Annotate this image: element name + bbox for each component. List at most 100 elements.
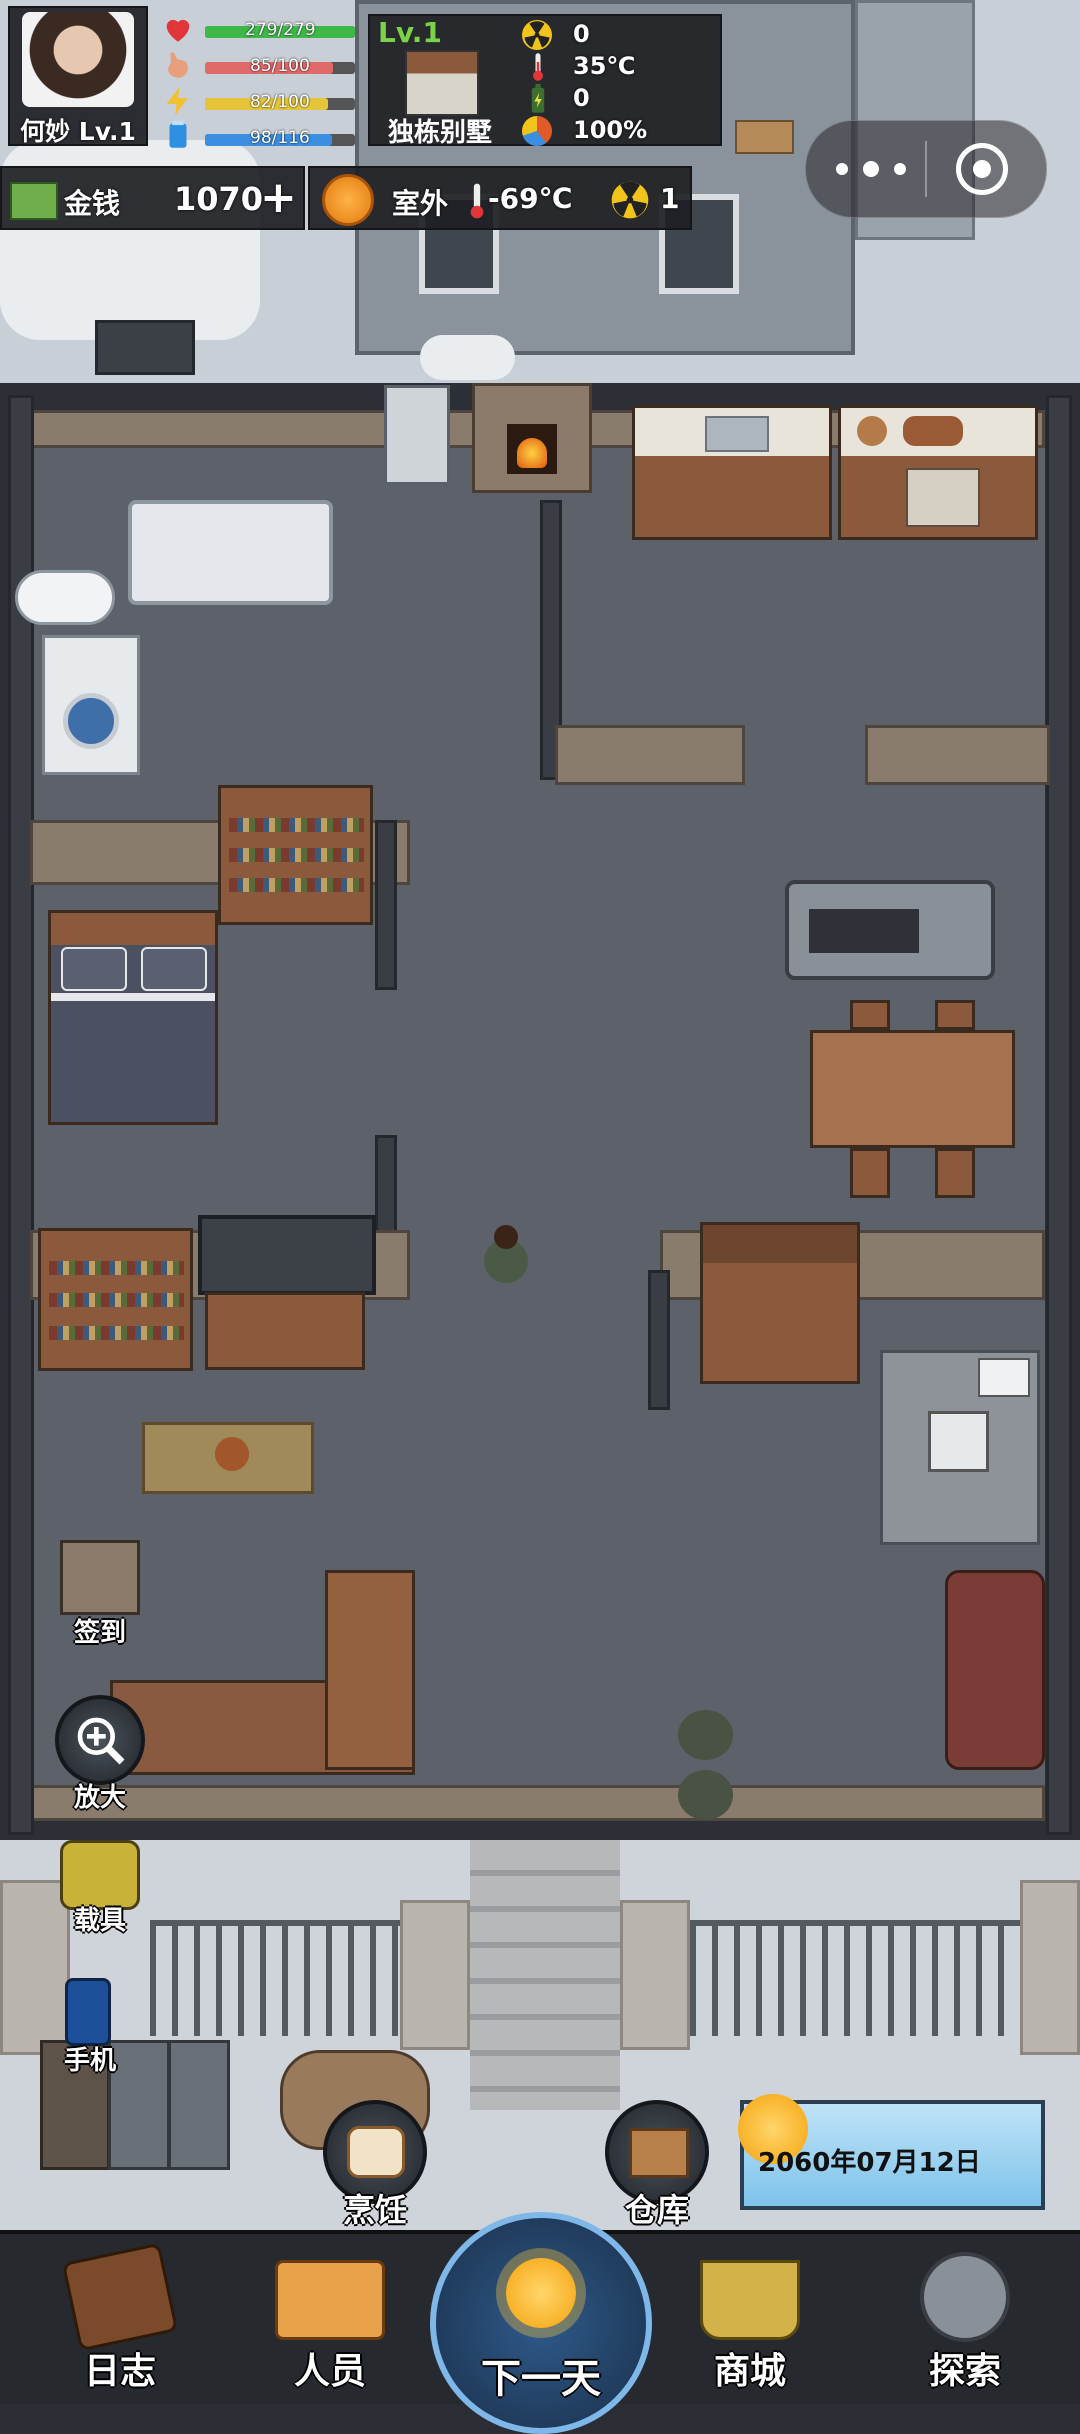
fire-icon: [517, 438, 547, 468]
phone-button[interactable]: 手机: [30, 1978, 150, 2088]
next-day-button[interactable]: 下一天: [430, 2212, 652, 2434]
massage-chair[interactable]: [945, 1570, 1045, 1770]
computer-desk[interactable]: [880, 1350, 1040, 1545]
nav-explore[interactable]: 探索: [885, 2242, 1045, 2400]
interior-wall: [865, 725, 1050, 785]
building-name: 独栋别墅: [388, 118, 493, 148]
battery-icon: [526, 84, 550, 114]
vehicle-button[interactable]: 载具: [40, 1840, 160, 1960]
vehicle-label: 载具: [73, 1906, 126, 1936]
toilet[interactable]: [15, 570, 115, 625]
bed[interactable]: [48, 910, 218, 1125]
avatar: [22, 12, 134, 107]
fence: [690, 1920, 1020, 2036]
cake-icon: [215, 1437, 249, 1471]
kitchen-stove[interactable]: [838, 405, 1038, 540]
fireplace-opening: [507, 424, 557, 474]
wall-bottom: [30, 1785, 1045, 1821]
money-icon: [10, 182, 58, 220]
close-miniprogram-dot: [973, 160, 991, 178]
pillow: [141, 947, 207, 991]
money-panel[interactable]: 金钱 1070 +: [0, 166, 305, 230]
monitor-icon: [928, 1411, 989, 1472]
energy-value: 82/100: [250, 92, 310, 112]
crate-small: [735, 120, 794, 154]
id-card-icon: [275, 2260, 385, 2340]
storage-button[interactable]: 仓库: [597, 2100, 717, 2229]
building-panel[interactable]: Lv.1 独栋别墅 0 35℃ 0 100%: [368, 14, 722, 148]
hunger-value: 85/100: [250, 56, 310, 76]
current-date: 2060年07月12日: [758, 2148, 981, 2178]
books-row: [229, 848, 364, 862]
bathtub[interactable]: [128, 500, 333, 605]
capsule-menu: [805, 120, 1047, 218]
building-radiation: 0: [573, 20, 590, 48]
nav-journal-label: 日志: [83, 2351, 156, 2392]
npc-character[interactable]: [668, 1700, 763, 1825]
dining-table[interactable]: [810, 1030, 1015, 1148]
character-head: [494, 1225, 518, 1249]
bookshelf[interactable]: [38, 1228, 193, 1371]
building-durability: 100%: [573, 116, 648, 144]
building-power: 0: [573, 84, 590, 112]
player-name-level: 何妙 Lv.1: [20, 117, 136, 146]
nav-explore-label: 探索: [928, 2351, 1001, 2392]
radiation-icon: [522, 20, 552, 50]
character-body: [678, 1710, 733, 1760]
player-character[interactable]: [470, 1225, 540, 1290]
nav-shop[interactable]: 商城: [670, 2242, 830, 2400]
bookshelf[interactable]: [218, 785, 373, 925]
books-row: [49, 1326, 184, 1340]
fence-pillar: [620, 1900, 690, 2050]
snow-pile: [420, 335, 515, 380]
cook-button[interactable]: 烹饪: [315, 2100, 435, 2229]
nav-journal[interactable]: 日志: [40, 2242, 200, 2400]
storage-label: 仓库: [624, 2191, 689, 2229]
close-miniprogram-icon[interactable]: [956, 143, 1008, 195]
fence: [150, 1920, 440, 2036]
weather-panel[interactable]: 室外 -69℃ 1: [308, 166, 692, 230]
outdoor-temperature: -69℃: [488, 182, 573, 215]
chair: [850, 1000, 890, 1030]
interior-wall: [648, 1270, 670, 1410]
books-row: [49, 1293, 184, 1307]
treadmill-belt: [809, 909, 919, 953]
zoom-label: 放大: [73, 1783, 126, 1813]
zoom-button[interactable]: 放大: [40, 1695, 160, 1825]
character-body: [678, 1770, 733, 1820]
nav-people[interactable]: 人员: [250, 2242, 410, 2400]
more-options-icon[interactable]: [836, 151, 906, 187]
fireplace[interactable]: [472, 383, 592, 493]
coffee-table[interactable]: [142, 1422, 314, 1494]
nav-shop-label: 商城: [713, 2351, 786, 2392]
bed-headboard: [51, 913, 215, 945]
money-label: 金钱: [64, 187, 121, 220]
radiation-icon: [610, 180, 650, 220]
next-day-label: 下一天: [481, 2356, 601, 2402]
books-row: [229, 818, 364, 832]
fence-pillar: [1020, 1880, 1080, 2055]
kitchen-sink-counter[interactable]: [632, 405, 832, 540]
wooden-cabinet[interactable]: [700, 1222, 860, 1384]
trash-bin: [168, 2040, 230, 2170]
cook-label: 烹饪: [342, 2191, 407, 2229]
stomach-icon: [161, 48, 195, 82]
compass-icon: [920, 2252, 1010, 2342]
water-icon: [161, 118, 195, 152]
pan-icon: [903, 416, 963, 446]
chair: [850, 1148, 890, 1198]
books-row: [49, 1261, 184, 1275]
washer-drum: [63, 693, 119, 749]
washing-machine[interactable]: [42, 635, 140, 775]
player-avatar-panel[interactable]: 何妙 Lv.1: [8, 6, 148, 146]
sign-in-button[interactable]: 签到: [40, 1530, 160, 1660]
pot-icon: [857, 416, 887, 446]
fence-pillar: [400, 1900, 470, 2050]
treadmill[interactable]: [785, 880, 995, 980]
add-money-button[interactable]: +: [260, 172, 297, 223]
water-heater[interactable]: [384, 385, 450, 485]
television[interactable]: [198, 1215, 376, 1295]
outdoor-radiation: 1: [660, 182, 680, 215]
money-amount: 1070: [174, 180, 264, 218]
sink: [705, 416, 769, 452]
